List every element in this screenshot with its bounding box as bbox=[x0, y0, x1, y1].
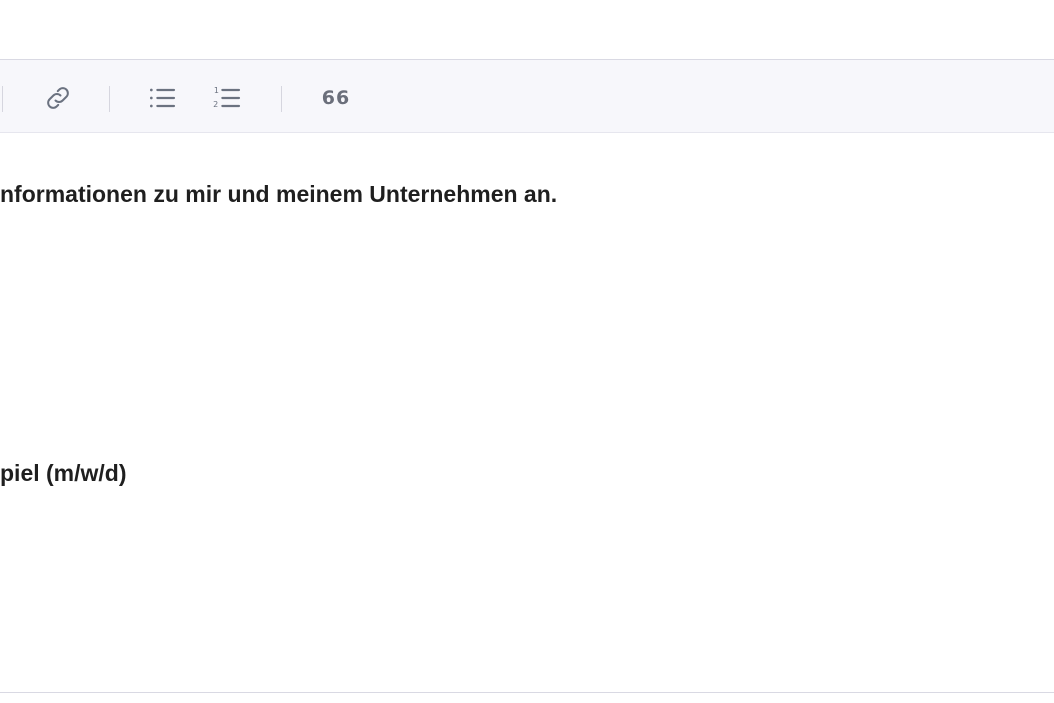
numbered-list-button[interactable]: 1 2 bbox=[207, 78, 247, 118]
toolbar-separator bbox=[109, 86, 110, 112]
rich-text-editor: 1 2 66 nformationen zu mir und meinem Un… bbox=[0, 59, 1054, 693]
link-button[interactable] bbox=[38, 78, 78, 118]
quote-icon: 66 bbox=[321, 86, 351, 109]
svg-text:1: 1 bbox=[214, 86, 219, 95]
svg-text:2: 2 bbox=[213, 100, 218, 109]
content-line: piel (m/w/d) bbox=[0, 460, 127, 486]
editor-toolbar: 1 2 66 bbox=[0, 60, 1054, 133]
bullet-list-icon bbox=[146, 82, 178, 114]
toolbar-separator bbox=[281, 86, 282, 112]
content-line: nformationen zu mir und meinem Unternehm… bbox=[0, 181, 558, 207]
link-icon bbox=[43, 83, 73, 113]
numbered-list-icon: 1 2 bbox=[211, 82, 243, 114]
bullet-list-button[interactable] bbox=[142, 78, 182, 118]
toolbar-separator bbox=[2, 86, 3, 112]
blockquote-button[interactable]: 66 bbox=[316, 78, 356, 118]
editor-content[interactable]: nformationen zu mir und meinem Unternehm… bbox=[0, 133, 1054, 693]
